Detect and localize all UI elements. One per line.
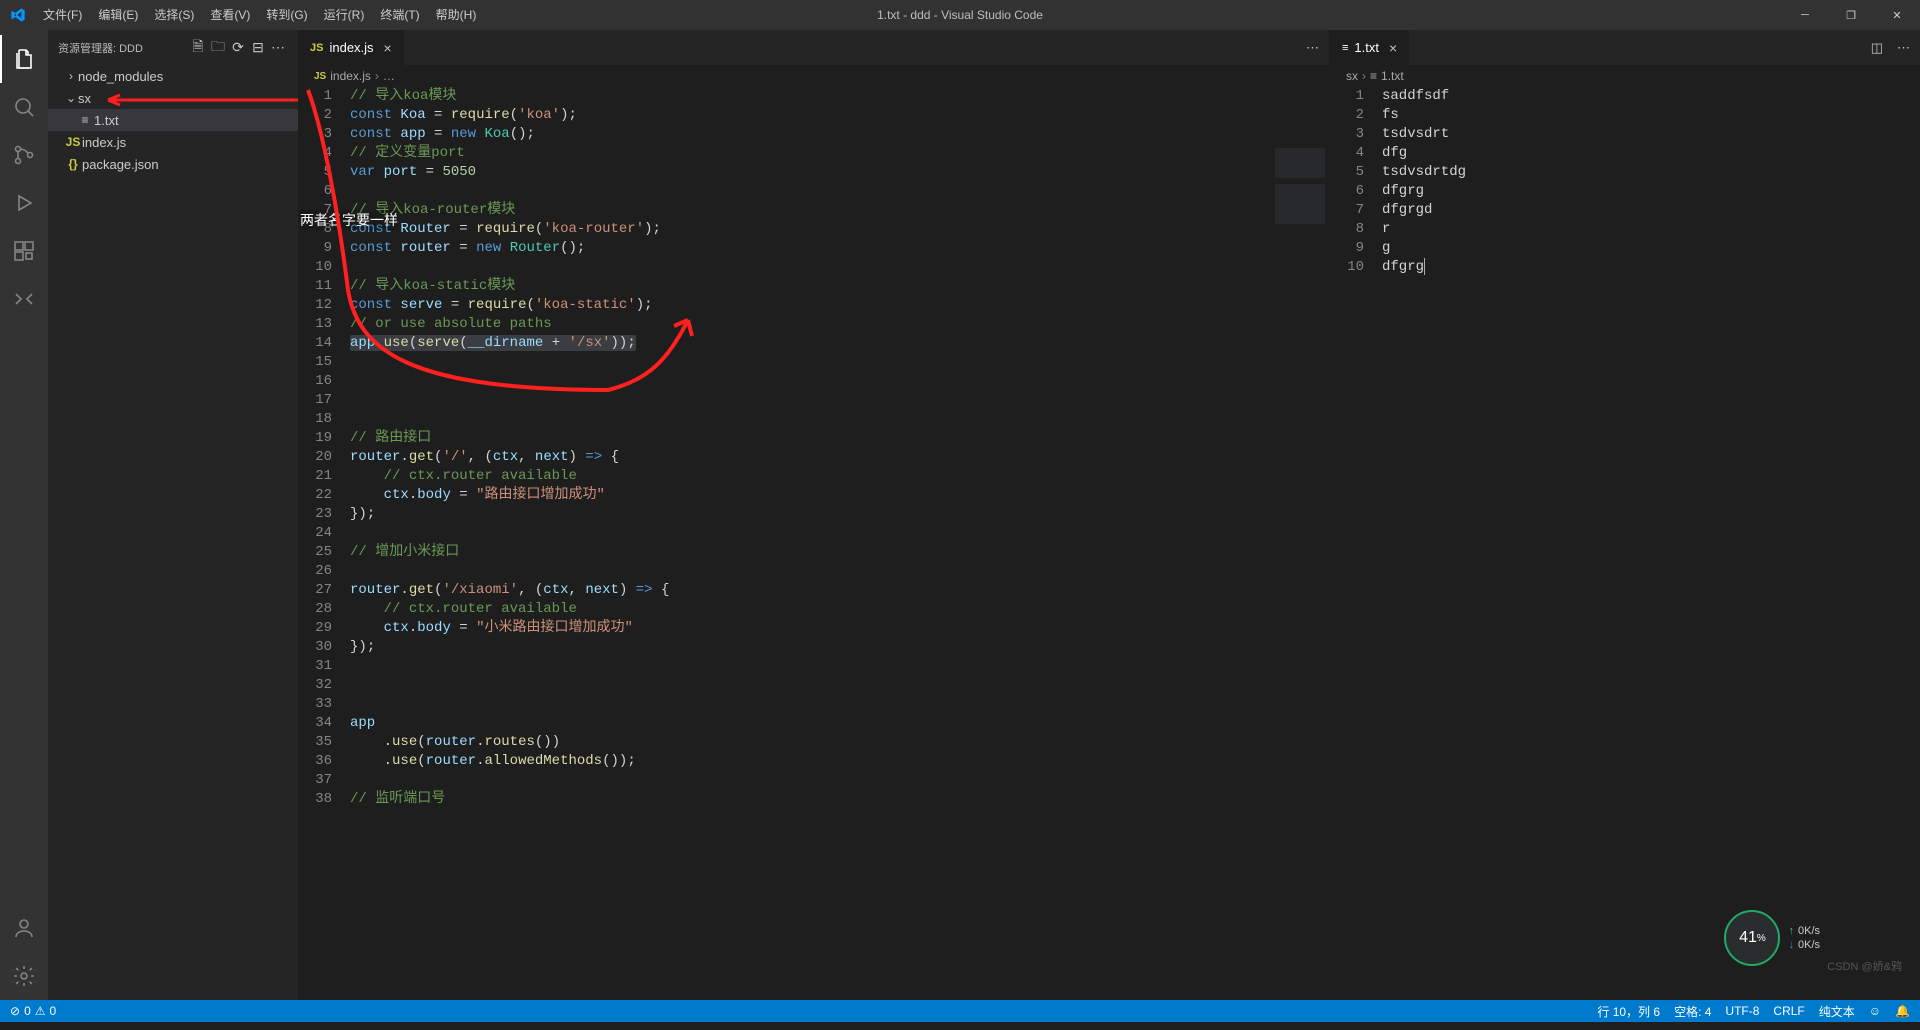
- menu-item[interactable]: 选择(S): [146, 0, 202, 30]
- split-editor-icon[interactable]: ◫: [1871, 40, 1883, 56]
- editor-group-2: ≡1.txt× ◫ ⋯ sx›≡1.txt 12345678910 saddfs…: [1330, 30, 1920, 1000]
- settings-gear-icon[interactable]: [0, 952, 48, 1000]
- close-tab-icon[interactable]: ×: [1389, 40, 1397, 56]
- more-icon[interactable]: ⋯: [268, 39, 288, 56]
- breadcrumb-2[interactable]: sx›≡1.txt: [1330, 65, 1920, 87]
- explorer-icon[interactable]: [0, 35, 48, 83]
- folder-node-modules[interactable]: ›node_modules: [48, 65, 298, 87]
- status-encoding[interactable]: UTF-8: [1725, 1004, 1759, 1018]
- folder-sx[interactable]: ⌄sx: [48, 87, 298, 109]
- status-errors[interactable]: ⊘ 0 ⚠ 0: [10, 1004, 56, 1018]
- menu-item[interactable]: 转到(G): [258, 0, 315, 30]
- titlebar: 文件(F)编辑(E)选择(S)查看(V)转到(G)运行(R)终端(T)帮助(H)…: [0, 0, 1920, 30]
- menu-item[interactable]: 查看(V): [202, 0, 258, 30]
- new-folder-icon[interactable]: 🗀: [208, 36, 228, 60]
- window-title: 1.txt - ddd - Visual Studio Code: [877, 8, 1043, 22]
- explorer-sidebar: 资源管理器: DDD 🗎 🗀 ⟳ ⊟ ⋯ ›node_modules ⌄sx ≡…: [48, 30, 298, 1000]
- menu-bar: 文件(F)编辑(E)选择(S)查看(V)转到(G)运行(R)终端(T)帮助(H): [35, 0, 484, 30]
- extensions-icon[interactable]: [0, 227, 48, 275]
- new-file-icon[interactable]: 🗎: [188, 36, 208, 60]
- source-control-icon[interactable]: [0, 131, 48, 179]
- collapse-all-icon[interactable]: ⊟: [248, 39, 268, 56]
- file-index-js[interactable]: JSindex.js: [48, 131, 298, 153]
- status-cursor-pos[interactable]: 行 10，列 6: [1597, 1003, 1660, 1020]
- remote-icon[interactable]: [0, 275, 48, 323]
- refresh-icon[interactable]: ⟳: [228, 39, 248, 56]
- code-editor-2[interactable]: 12345678910 saddfsdffstsdvsdrtdfgtsdvsdr…: [1330, 87, 1920, 1000]
- menu-item[interactable]: 编辑(E): [90, 0, 146, 30]
- status-indent[interactable]: 空格: 4: [1674, 1003, 1711, 1020]
- run-debug-icon[interactable]: [0, 179, 48, 227]
- file-tree: ›node_modules ⌄sx ≡1.txt JSindex.js {}pa…: [48, 65, 298, 175]
- menu-item[interactable]: 帮助(H): [428, 0, 485, 30]
- account-icon[interactable]: [0, 904, 48, 952]
- vscode-logo-icon: [0, 7, 35, 23]
- file-1-txt[interactable]: ≡1.txt: [48, 109, 298, 131]
- editor-more-icon[interactable]: ⋯: [1306, 40, 1319, 56]
- network-widget: 41% ↑0K/s ↓0K/s: [1724, 910, 1820, 966]
- search-icon[interactable]: [0, 83, 48, 131]
- status-bar: ⊘ 0 ⚠ 0 行 10，列 6 空格: 4 UTF-8 CRLF 纯文本 ☺ …: [0, 1000, 1920, 1022]
- breadcrumb-1[interactable]: JS index.js›…: [298, 65, 1329, 87]
- status-language[interactable]: 纯文本: [1819, 1003, 1855, 1020]
- menu-item[interactable]: 文件(F): [35, 0, 90, 30]
- code-editor-1[interactable]: 1234567891011121314151617181920212223242…: [298, 87, 1329, 1000]
- watermark: CSDN @娇&鸦: [1827, 958, 1902, 974]
- editor-group-1: JSindex.js× ⋯ JS index.js›… 123456789101…: [298, 30, 1330, 1000]
- close-button[interactable]: ✕: [1874, 0, 1920, 30]
- activity-bar: [0, 30, 48, 1000]
- status-feedback-icon[interactable]: ☺: [1869, 1004, 1881, 1018]
- maximize-button[interactable]: ❐: [1828, 0, 1874, 30]
- menu-item[interactable]: 终端(T): [372, 0, 427, 30]
- status-bell-icon[interactable]: 🔔: [1895, 1004, 1910, 1018]
- status-eol[interactable]: CRLF: [1773, 1004, 1804, 1018]
- minimize-button[interactable]: ─: [1782, 0, 1828, 30]
- explorer-title: 资源管理器: DDD: [58, 40, 188, 56]
- minimap[interactable]: [1259, 144, 1329, 1000]
- close-tab-icon[interactable]: ×: [384, 40, 392, 56]
- editor-more-icon[interactable]: ⋯: [1897, 40, 1910, 56]
- tab-index-js[interactable]: JSindex.js×: [298, 30, 405, 65]
- tabs-bar-1: JSindex.js× ⋯: [298, 30, 1329, 65]
- file-package-json[interactable]: {}package.json: [48, 153, 298, 175]
- tab-1-txt[interactable]: ≡1.txt×: [1330, 30, 1410, 65]
- menu-item[interactable]: 运行(R): [316, 0, 373, 30]
